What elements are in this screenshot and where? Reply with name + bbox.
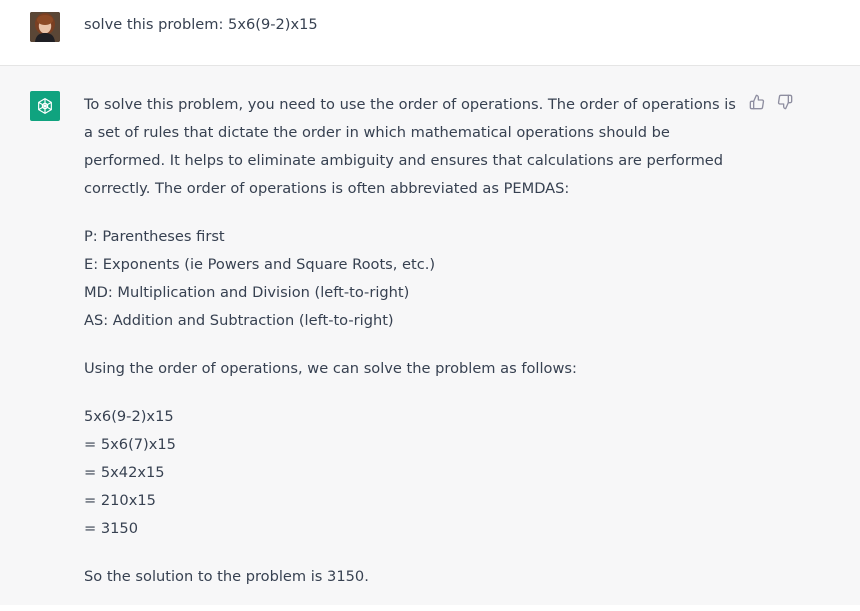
solution-step: = 3150 (84, 520, 139, 537)
solution-step: = 5x42x15 (84, 464, 165, 481)
pemdas-item: MD: Multiplication and Division (left-to… (84, 284, 410, 301)
pemdas-list: P: Parentheses first E: Exponents (ie Po… (84, 223, 739, 335)
assistant-message-row: To solve this problem, you need to use t… (0, 66, 860, 605)
user-message-row: solve this problem: 5x6(9-2)x15 (0, 0, 860, 66)
thumbs-down-button[interactable] (775, 92, 795, 112)
openai-logo-icon (30, 91, 60, 121)
transition-paragraph: Using the order of operations, we can so… (84, 360, 577, 377)
pemdas-item: E: Exponents (ie Powers and Square Roots… (84, 256, 436, 273)
thumbs-down-icon (777, 94, 793, 110)
solution-steps: 5x6(9-2)x15 = 5x6(7)x15 = 5x42x15 = 210x… (84, 403, 739, 543)
assistant-message-body: To solve this problem, you need to use t… (84, 91, 739, 611)
user-message-text: solve this problem: 5x6(9-2)x15 (84, 16, 318, 33)
user-avatar-photo (30, 12, 60, 42)
conclusion-paragraph: So the solution to the problem is 3150. (84, 568, 369, 585)
pemdas-item: P: Parentheses first (84, 228, 225, 245)
user-avatar (30, 12, 60, 42)
pemdas-item: AS: Addition and Subtraction (left-to-ri… (84, 312, 394, 329)
thumbs-up-icon (749, 94, 765, 110)
solution-step: = 5x6(7)x15 (84, 436, 176, 453)
thumbs-up-button[interactable] (747, 92, 767, 112)
solution-step: 5x6(9-2)x15 (84, 408, 174, 425)
solution-step: = 210x15 (84, 492, 156, 509)
intro-paragraph: To solve this problem, you need to use t… (84, 96, 736, 197)
